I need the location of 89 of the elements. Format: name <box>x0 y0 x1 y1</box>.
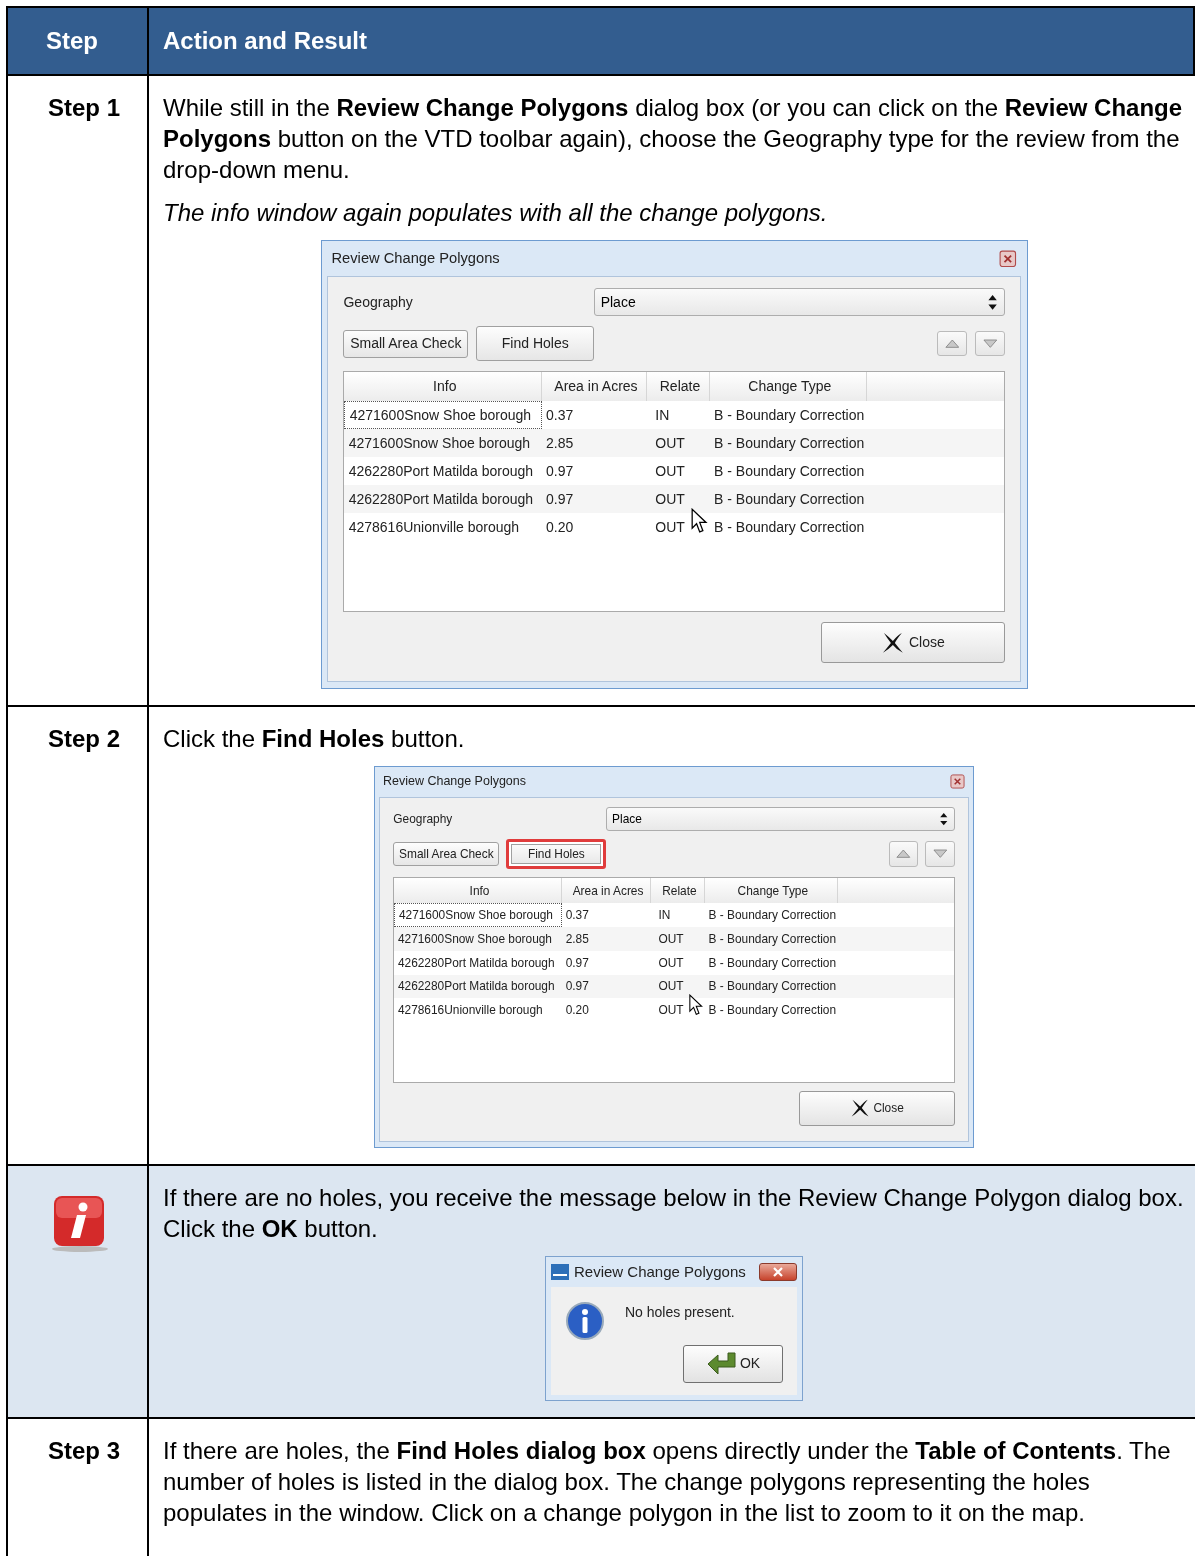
arrow-icon <box>705 1350 738 1377</box>
step-label: Step 3 <box>47 1436 121 1464</box>
column-header[interactable]: Info <box>344 372 542 402</box>
table-cell[interactable]: OUT <box>651 950 705 975</box>
table-cell[interactable]: 4262280Port Matilda borough <box>394 974 563 999</box>
table-cell[interactable]: 0.97 <box>562 950 652 975</box>
field-label: Geography <box>343 294 414 311</box>
table-cell[interactable]: 4262280Port Matilda borough <box>344 457 542 486</box>
column-header[interactable]: Area in Acres <box>562 878 652 904</box>
table-cell[interactable]: 4271600Snow Shoe borough <box>394 927 563 951</box>
result-text: The info window again populates with all the change polygons. <box>163 198 829 228</box>
column-header[interactable]: Info <box>394 878 563 904</box>
table-cell[interactable]: B - Boundary Correction <box>704 998 839 1023</box>
step-label: Step 2 <box>47 724 121 752</box>
table-cell[interactable]: OUT <box>651 998 705 1023</box>
table-cell[interactable]: 0.20 <box>541 513 647 542</box>
close-button[interactable]: Close <box>821 622 1005 663</box>
table-cell[interactable]: 4262280Port Matilda borough <box>344 485 542 514</box>
table-cell[interactable]: 4278616Unionville borough <box>344 513 542 542</box>
up-arrow-icon <box>896 849 911 859</box>
table-cell[interactable]: IN <box>646 401 710 430</box>
column-header: Step <box>8 6 149 74</box>
instruction-text: While still in the Review Change Polygons dialog box (or you can click on the Review Change Polygons button on the VTD toolbar again), choose the Geography type for the review from the drop-down menu. <box>163 93 1184 185</box>
column-header[interactable]: Relate <box>646 372 710 402</box>
spinner-arrows-icon <box>939 811 949 827</box>
table-cell[interactable]: B - Boundary Correction <box>709 457 867 486</box>
table-cell[interactable]: 4271600Snow Shoe borough <box>344 429 542 458</box>
spinner-arrows-icon <box>986 294 998 311</box>
move-down-button[interactable] <box>925 841 955 867</box>
table-cell[interactable]: B - Boundary Correction <box>704 903 839 928</box>
table-cell[interactable]: B - Boundary Correction <box>704 927 839 951</box>
move-up-button[interactable] <box>937 331 967 357</box>
close-icon[interactable] <box>950 774 965 790</box>
close-icon[interactable] <box>998 249 1017 268</box>
close-button[interactable]: Close <box>798 1091 955 1126</box>
app-icon <box>551 1263 569 1280</box>
step-label: Step 1 <box>47 94 121 121</box>
table-cell[interactable]: OUT <box>646 457 710 486</box>
close-button[interactable] <box>759 1262 797 1281</box>
table-cell[interactable]: OUT <box>651 927 705 951</box>
table-cell[interactable]: B - Boundary Correction <box>709 513 867 542</box>
geography-dropdown[interactable]: Place <box>594 288 1005 317</box>
instruction-text: Click the Find Holes button. <box>163 723 466 754</box>
table-cell[interactable]: 4278616Unionville borough <box>394 998 563 1023</box>
column-header[interactable]: Area in Acres <box>541 372 647 402</box>
dialog-button[interactable]: Find Holes <box>506 839 607 869</box>
move-down-button[interactable] <box>975 331 1005 357</box>
column-header[interactable]: Change Type <box>709 372 867 402</box>
instruction-text: If there are no holes, you receive the message below in the Review Change Polygon dialog box. Click the OK button. <box>163 1182 1185 1244</box>
table-cell[interactable]: 0.97 <box>541 457 647 486</box>
down-arrow-icon <box>932 849 948 859</box>
down-arrow-icon <box>982 339 998 349</box>
table-cell[interactable]: 0.37 <box>562 903 652 928</box>
table-cell[interactable]: IN <box>651 903 705 928</box>
table-cell[interactable]: 4262280Port Matilda borough <box>394 950 563 975</box>
dialog-title: Review Change Polygons <box>383 774 526 790</box>
ok-button[interactable]: OK <box>683 1344 783 1383</box>
table-cell[interactable]: 0.20 <box>562 998 652 1023</box>
table-cell[interactable]: 2.85 <box>541 429 647 458</box>
table-cell[interactable]: 0.97 <box>562 974 652 999</box>
info-icon <box>565 1300 605 1341</box>
dialog-button[interactable]: Small Area Check <box>393 842 500 866</box>
dialog-title: Review Change Polygons <box>331 249 500 268</box>
table-cell[interactable]: B - Boundary Correction <box>709 429 867 458</box>
table-cell[interactable]: B - Boundary Correction <box>709 401 867 430</box>
dialog-button[interactable]: Find Holes <box>476 326 595 362</box>
table-cell[interactable]: OUT <box>646 485 710 514</box>
table-cell[interactable]: OUT <box>646 429 710 458</box>
table-cell[interactable]: OUT <box>646 513 710 542</box>
column-header[interactable]: Relate <box>651 878 705 904</box>
dialog-button[interactable]: Small Area Check <box>343 329 469 358</box>
table-cell[interactable]: B - Boundary Correction <box>709 485 867 514</box>
table-cell[interactable]: OUT <box>651 974 705 999</box>
close-icon <box>772 1266 784 1277</box>
x-icon <box>849 1098 870 1119</box>
instruction-text: If there are holes, the Find Holes dialog box opens directly under the Table of Contents. The number of holes is listed in the dialog box. The change polygons representing the holes populates in the window. Click on a change polygon in the list to zoom to it on the map. <box>163 1435 1172 1528</box>
move-up-button[interactable] <box>888 841 919 867</box>
message-text: No holes present. <box>625 1302 735 1321</box>
table-cell[interactable]: 0.97 <box>541 485 647 514</box>
field-label: Geography <box>393 811 454 827</box>
table-cell[interactable]: 2.85 <box>562 927 652 951</box>
up-arrow-icon <box>944 339 960 349</box>
table-cell[interactable]: B - Boundary Correction <box>704 950 839 975</box>
geography-dropdown[interactable]: Place <box>606 807 955 831</box>
dialog-title: Review Change Polygons <box>574 1262 746 1281</box>
column-header[interactable]: Change Type <box>704 878 839 904</box>
table-cell[interactable]: 0.37 <box>541 401 647 430</box>
column-header: Action and Result <box>149 6 1195 74</box>
table-cell[interactable]: B - Boundary Correction <box>704 974 839 999</box>
